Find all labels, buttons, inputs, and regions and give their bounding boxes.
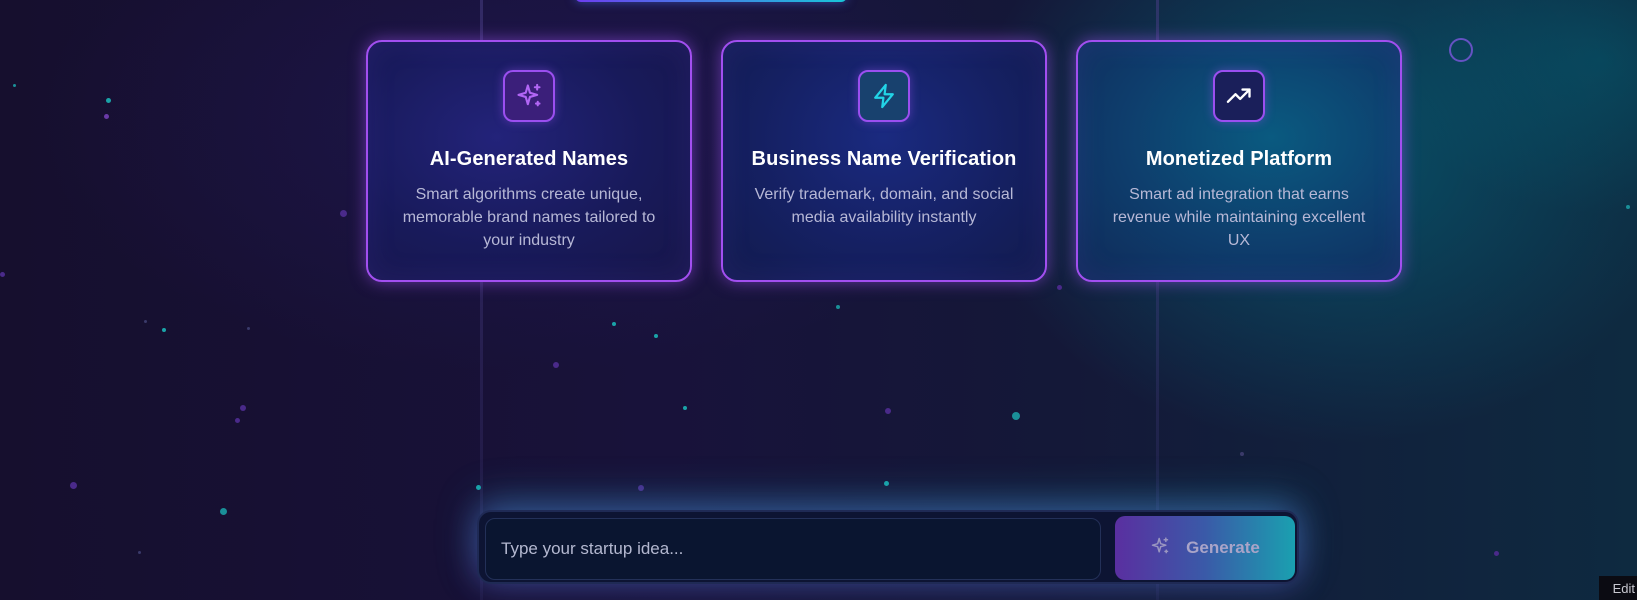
feature-card-ai-names: AI-Generated Names Smart algorithms crea… <box>366 40 692 282</box>
particle <box>144 320 147 323</box>
feature-cards: AI-Generated Names Smart algorithms crea… <box>366 40 1402 282</box>
top-gradient-pill <box>575 0 847 2</box>
startup-idea-input[interactable] <box>485 518 1101 580</box>
particle <box>104 114 109 119</box>
particle <box>240 405 246 411</box>
sparkles-icon <box>503 70 555 122</box>
particle <box>683 406 687 410</box>
particle <box>1057 285 1062 290</box>
feature-description: Verify trademark, domain, and social med… <box>754 186 1014 226</box>
idea-input-bar: Generate <box>477 510 1299 584</box>
sparkles-icon <box>1150 536 1170 561</box>
lightning-icon <box>858 70 910 122</box>
particle <box>138 551 141 554</box>
decorative-ring <box>1449 38 1473 62</box>
particle <box>885 408 891 414</box>
particle <box>1494 551 1499 556</box>
particle <box>1012 412 1020 420</box>
particle <box>247 327 250 330</box>
feature-title: AI-Generated Names <box>429 148 629 170</box>
particle <box>220 508 227 515</box>
particle <box>235 418 240 423</box>
particle <box>553 362 559 368</box>
particle <box>884 481 889 486</box>
particle <box>476 485 481 490</box>
feature-title: Monetized Platform <box>1145 148 1333 170</box>
feature-description: Smart ad integration that earns revenue … <box>1112 186 1366 249</box>
particle <box>836 305 840 309</box>
particle <box>1626 205 1630 209</box>
particle <box>106 98 111 103</box>
feature-card-verification: Business Name Verification Verify tradem… <box>721 40 1047 282</box>
particle <box>340 210 347 217</box>
edit-tag[interactable]: Edit <box>1599 576 1637 600</box>
particle <box>612 322 616 326</box>
particle <box>162 328 166 332</box>
particle <box>0 272 5 277</box>
particle <box>654 334 658 338</box>
feature-description: Smart algorithms create unique, memorabl… <box>402 186 656 249</box>
particle <box>1240 452 1244 456</box>
feature-title: Business Name Verification <box>751 148 1017 170</box>
particle <box>13 84 16 87</box>
trending-up-icon <box>1213 70 1265 122</box>
particle <box>638 485 644 491</box>
generate-button-label: Generate <box>1186 538 1260 557</box>
generate-button[interactable]: Generate <box>1115 516 1295 580</box>
particle <box>70 482 77 489</box>
feature-card-monetized: Monetized Platform Smart ad integration … <box>1076 40 1402 282</box>
